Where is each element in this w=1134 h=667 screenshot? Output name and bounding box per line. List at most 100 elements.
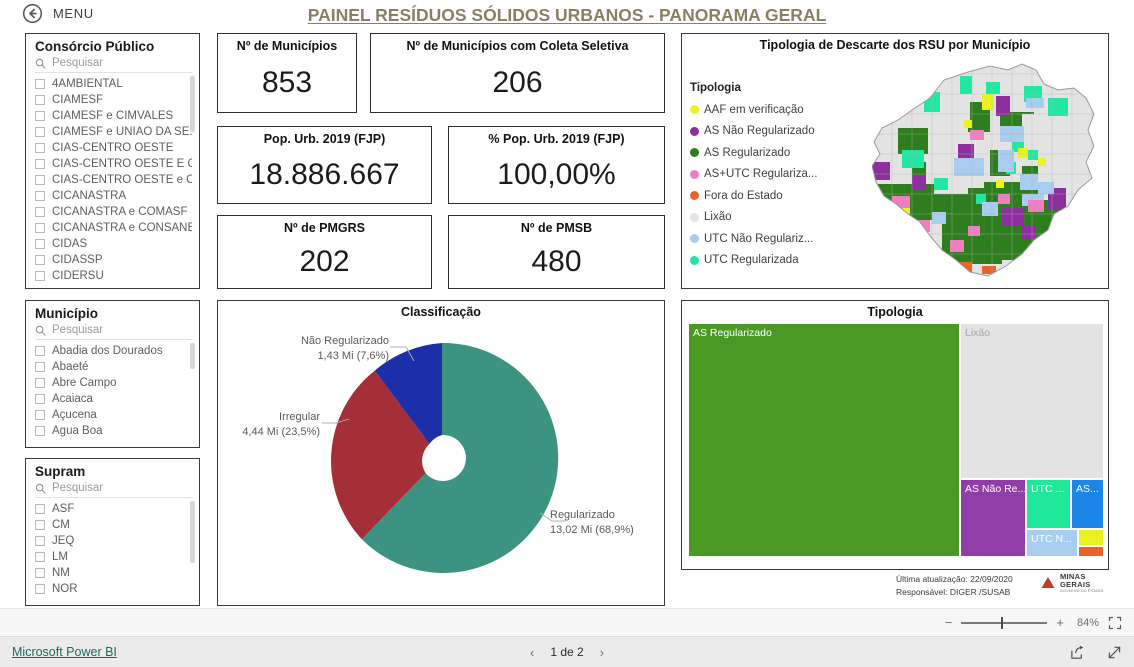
slicer-option-list[interactable]: Abadia dos Dourados Abaeté Abre Campo Ac… bbox=[35, 343, 195, 443]
slicer-scrollbar[interactable] bbox=[190, 76, 195, 132]
zoom-slider-thumb[interactable] bbox=[1000, 616, 1004, 629]
list-item[interactable]: Abadia dos Dourados bbox=[35, 343, 192, 359]
list-item[interactable]: Açucena bbox=[35, 407, 192, 423]
share-icon[interactable] bbox=[1070, 645, 1085, 660]
slicer-scrollbar[interactable] bbox=[190, 501, 195, 563]
list-item[interactable]: CIAS-CENTRO OESTE e C... bbox=[35, 172, 192, 188]
kpi-card-coleta-seletiva[interactable]: Nº de Municípios com Coleta Seletiva 206 bbox=[370, 33, 665, 113]
search-input[interactable]: Pesquisar bbox=[35, 57, 192, 73]
list-item[interactable]: CIAS-CENTRO OESTE bbox=[35, 140, 192, 156]
legend-item[interactable]: AS+UTC Regulariza... bbox=[690, 164, 817, 186]
legend-item[interactable]: Lixão bbox=[690, 207, 817, 229]
checkbox-icon[interactable] bbox=[35, 504, 45, 514]
legend-item[interactable]: Fora do Estado bbox=[690, 185, 817, 207]
fullscreen-icon[interactable] bbox=[1107, 645, 1122, 660]
checkbox-icon[interactable] bbox=[35, 79, 45, 89]
checkbox-icon[interactable] bbox=[35, 175, 45, 185]
checkbox-icon[interactable] bbox=[35, 207, 45, 217]
legend-item[interactable]: AAF em verificação bbox=[690, 99, 817, 121]
kpi-value: 18.886.667 bbox=[249, 157, 400, 191]
slicer-option-list[interactable]: ASF CM JEQ LM NM NOR bbox=[35, 501, 195, 601]
treemap-tile-utc-regularizada[interactable]: UTC ... bbox=[1026, 479, 1071, 529]
treemap-tile-lixao[interactable]: Lixão bbox=[960, 323, 1104, 479]
treemap-tile-as-nao-regularizado[interactable]: AS Não Re... bbox=[960, 479, 1026, 557]
checkbox-icon[interactable] bbox=[35, 520, 45, 530]
checkbox-icon[interactable] bbox=[35, 410, 45, 420]
checkbox-icon[interactable] bbox=[35, 584, 45, 594]
previous-page-button[interactable]: ‹ bbox=[530, 645, 534, 660]
checkbox-icon[interactable] bbox=[35, 255, 45, 265]
zoom-out-button[interactable]: − bbox=[945, 615, 953, 630]
slicer-municipio[interactable]: Município Pesquisar Abadia dos Dourados … bbox=[25, 300, 200, 448]
donut-chart[interactable]: Não Regularizado 1,43 Mi (7,6%) Irregula… bbox=[218, 323, 664, 593]
checkbox-icon[interactable] bbox=[35, 394, 45, 404]
fit-to-screen-icon[interactable] bbox=[1108, 616, 1122, 630]
list-item[interactable]: ASF bbox=[35, 501, 192, 517]
slicer-consorcio-publico[interactable]: Consórcio Público Pesquisar 4AMBIENTAL C… bbox=[25, 33, 200, 289]
list-item[interactable]: CIAMESF bbox=[35, 92, 192, 108]
checkbox-icon[interactable] bbox=[35, 95, 45, 105]
list-item[interactable]: CICANASTRA bbox=[35, 188, 192, 204]
list-item[interactable]: NM bbox=[35, 565, 192, 581]
slicer-scrollbar[interactable] bbox=[190, 343, 195, 369]
list-item[interactable]: JEQ bbox=[35, 533, 192, 549]
checkbox-icon[interactable] bbox=[35, 362, 45, 372]
checkbox-icon[interactable] bbox=[35, 239, 45, 249]
treemap-tile-as-utc[interactable]: AS... bbox=[1071, 479, 1104, 529]
checkbox-icon[interactable] bbox=[35, 568, 45, 578]
legend-item[interactable]: UTC Não Regulariz... bbox=[690, 228, 817, 250]
list-item[interactable]: LM bbox=[35, 549, 192, 565]
slicer-supram[interactable]: Supram Pesquisar ASF CM JEQ LM NM NOR bbox=[25, 458, 200, 606]
list-item[interactable]: CIAMESF e CIMVALES bbox=[35, 108, 192, 124]
treemap-tile-as-regularizado[interactable]: AS Regularizado bbox=[688, 323, 960, 557]
next-page-button[interactable]: › bbox=[600, 645, 604, 660]
checkbox-icon[interactable] bbox=[35, 536, 45, 546]
tipologia-treemap-panel[interactable]: Tipologia AS Regularizado Lixão AS Não R… bbox=[681, 300, 1109, 570]
list-item[interactable]: CIAMESF e UNIÃO DA SE... bbox=[35, 124, 192, 140]
list-item[interactable]: CIDAS bbox=[35, 236, 192, 252]
legend-item[interactable]: UTC Regularizada bbox=[690, 250, 817, 272]
kpi-card-pct-pop-urb[interactable]: % Pop. Urb. 2019 (FJP) 100,00% bbox=[448, 126, 665, 204]
kpi-card-pmgrs[interactable]: Nº de PMGRS 202 bbox=[217, 215, 432, 289]
search-input[interactable]: Pesquisar bbox=[35, 482, 192, 498]
treemap-tile-aaf-verificacao[interactable] bbox=[1078, 529, 1104, 546]
kpi-card-pop-urb[interactable]: Pop. Urb. 2019 (FJP) 18.886.667 bbox=[217, 126, 432, 204]
kpi-card-num-municipios[interactable]: Nº de Municípios 853 bbox=[217, 33, 357, 113]
list-item[interactable]: CICANASTRA e COMASF bbox=[35, 204, 192, 220]
checkbox-icon[interactable] bbox=[35, 271, 45, 281]
list-item[interactable]: NOR bbox=[35, 581, 192, 597]
treemap-tile-utc-nao-regularizada[interactable]: UTC N... bbox=[1026, 529, 1078, 557]
zoom-slider[interactable] bbox=[961, 616, 1048, 629]
treemap-tile-fora-do-estado[interactable] bbox=[1078, 546, 1104, 557]
list-item[interactable]: CIDASSP bbox=[35, 252, 192, 268]
list-item[interactable]: CICANASTRA e CONSANE bbox=[35, 220, 192, 236]
list-item[interactable]: Água Boa bbox=[35, 423, 192, 439]
classificacao-chart-panel[interactable]: Classificação Não Regularizado 1,43 Mi (… bbox=[217, 300, 665, 606]
legend-item[interactable]: AS Regularizado bbox=[690, 142, 817, 164]
kpi-card-pmsb[interactable]: Nº de PMSB 480 bbox=[448, 215, 665, 289]
checkbox-icon[interactable] bbox=[35, 378, 45, 388]
treemap[interactable]: AS Regularizado Lixão AS Não Re... UTC .… bbox=[688, 323, 1104, 563]
zoom-in-button[interactable]: + bbox=[1056, 615, 1064, 630]
list-item[interactable]: Abaeté bbox=[35, 359, 192, 375]
checkbox-icon[interactable] bbox=[35, 191, 45, 201]
list-item[interactable]: 4AMBIENTAL bbox=[35, 76, 192, 92]
checkbox-icon[interactable] bbox=[35, 426, 45, 436]
list-item[interactable]: CIDERSU bbox=[35, 268, 192, 284]
checkbox-icon[interactable] bbox=[35, 223, 45, 233]
checkbox-icon[interactable] bbox=[35, 552, 45, 562]
legend-item[interactable]: AS Não Regularizado bbox=[690, 121, 817, 143]
list-item[interactable]: CM bbox=[35, 517, 192, 533]
list-item[interactable]: Acaiaca bbox=[35, 391, 192, 407]
list-item[interactable]: CIAS-CENTRO OESTE E CI... bbox=[35, 156, 192, 172]
search-input[interactable]: Pesquisar bbox=[35, 324, 192, 340]
map-panel[interactable]: Tipologia de Descarte dos RSU por Municí… bbox=[681, 33, 1109, 289]
checkbox-icon[interactable] bbox=[35, 346, 45, 356]
checkbox-icon[interactable] bbox=[35, 143, 45, 153]
minas-gerais-choropleth-map[interactable] bbox=[872, 54, 1108, 286]
checkbox-icon[interactable] bbox=[35, 127, 45, 137]
list-item[interactable]: Abre Campo bbox=[35, 375, 192, 391]
checkbox-icon[interactable] bbox=[35, 159, 45, 169]
checkbox-icon[interactable] bbox=[35, 111, 45, 121]
slicer-option-list[interactable]: 4AMBIENTAL CIAMESF CIAMESF e CIMVALES CI… bbox=[35, 76, 195, 284]
